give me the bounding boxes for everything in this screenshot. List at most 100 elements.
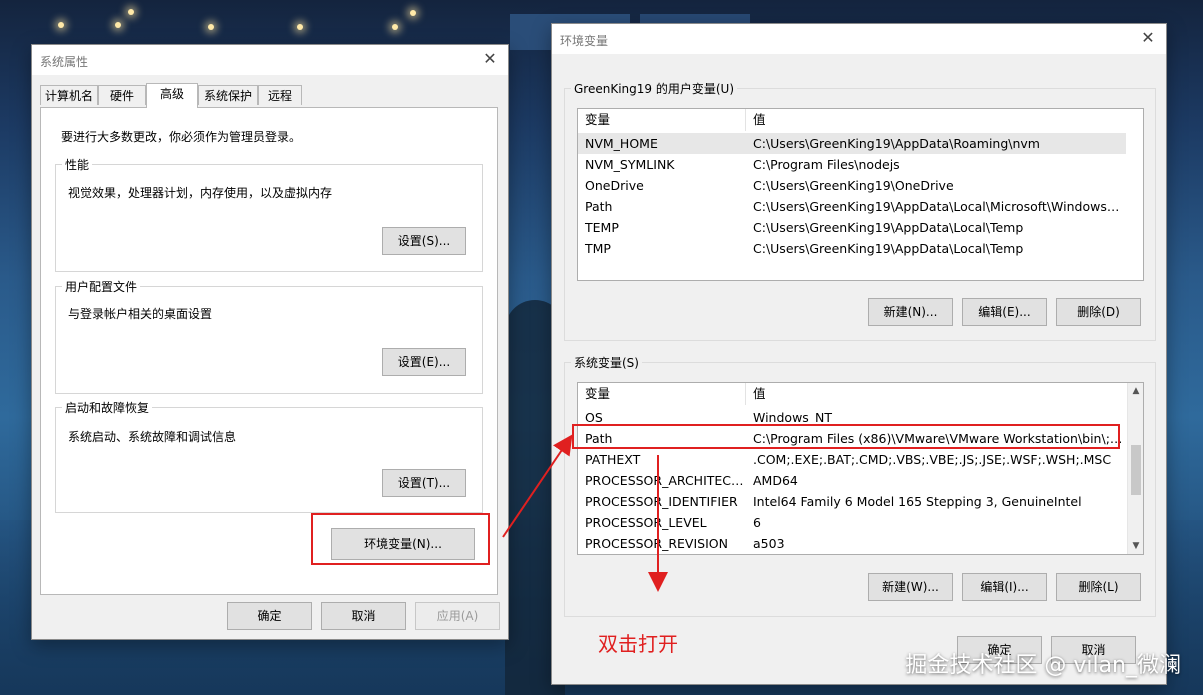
- list-item[interactable]: Path C:\Users\GreenKing19\AppData\Local\…: [578, 196, 1126, 217]
- window-title: 环境变量: [560, 34, 609, 48]
- list-item[interactable]: NVM_HOME C:\Users\GreenKing19\AppData\Ro…: [578, 133, 1126, 154]
- list-item[interactable]: OneDrive C:\Users\GreenKing19\OneDrive: [578, 175, 1126, 196]
- startup-settings-button[interactable]: 设置(T)...: [382, 469, 466, 497]
- variable-value: C:\Users\GreenKing19\AppData\Local\Micro…: [753, 199, 1126, 214]
- variable-value: C:\Users\GreenKing19\OneDrive: [753, 178, 954, 193]
- user-variables-group: GreenKing19 的用户变量(U) 变量 值 NVM_HOME C:\Us…: [564, 80, 1156, 341]
- system-new-button[interactable]: 新建(W)...: [868, 573, 953, 601]
- list-item[interactable]: PROCESSOR_IDENTIFIER Intel64 Family 6 Mo…: [578, 491, 1127, 512]
- system-variables-group: 系统变量(S) 变量 值 OS Windows_NT Path C:\Progr…: [564, 354, 1156, 617]
- system-delete-button[interactable]: 删除(L): [1056, 573, 1141, 601]
- title-bar: 环境变量 ✕: [552, 24, 1166, 54]
- performance-settings-button[interactable]: 设置(S)...: [382, 227, 466, 255]
- list-header: 变量 值: [578, 383, 1143, 405]
- tab-remote[interactable]: 远程: [258, 85, 302, 105]
- advanced-tab-panel: 要进行大多数更改，你必须作为管理员登录。 性能 视觉效果，处理器计划，内存使用，…: [40, 107, 498, 595]
- system-variables-label: 系统变量(S): [571, 354, 642, 371]
- performance-group: 性能 视觉效果，处理器计划，内存使用，以及虚拟内存 设置(S)...: [55, 156, 483, 272]
- variable-value: AMD64: [753, 473, 798, 488]
- list-header: 变量 值: [578, 109, 1143, 131]
- variable-value: 6: [753, 515, 761, 530]
- user-edit-button[interactable]: 编辑(E)...: [962, 298, 1047, 326]
- scroll-down-icon[interactable]: ▼: [1128, 538, 1143, 554]
- system-properties-dialog: 系统属性 ✕ 计算机名 硬件 高级 系统保护 远程 要进行大多数更改，你必须作为…: [31, 44, 509, 640]
- admin-note: 要进行大多数更改，你必须作为管理员登录。: [61, 130, 302, 144]
- list-item[interactable]: PROCESSOR_REVISION a503: [578, 533, 1127, 554]
- variable-value: C:\Users\GreenKing19\AppData\Local\Temp: [753, 241, 1024, 256]
- tab-advanced[interactable]: 高级: [146, 83, 198, 108]
- variable-value: Windows_NT: [753, 410, 833, 425]
- background-light: [128, 9, 134, 15]
- system-variables-list[interactable]: 变量 值 OS Windows_NT Path C:\Program Files…: [577, 382, 1144, 555]
- close-icon[interactable]: ✕: [480, 49, 500, 69]
- user-new-button[interactable]: 新建(N)...: [868, 298, 953, 326]
- startup-recovery-description: 系统启动、系统故障和调试信息: [68, 430, 237, 444]
- background-light: [297, 24, 303, 30]
- variable-name: NVM_HOME: [585, 136, 658, 151]
- scroll-up-icon[interactable]: ▲: [1128, 383, 1143, 399]
- variable-value: C:\Users\GreenKing19\AppData\Local\Temp: [753, 220, 1024, 235]
- user-delete-button[interactable]: 删除(D): [1056, 298, 1141, 326]
- startup-recovery-label: 启动和故障恢复: [62, 399, 153, 416]
- startup-recovery-group: 启动和故障恢复 系统启动、系统故障和调试信息 设置(T)...: [55, 399, 483, 513]
- variable-name: OS: [585, 410, 603, 425]
- variable-value: C:\Users\GreenKing19\AppData\Roaming\nvm: [753, 136, 1040, 151]
- variable-name: PROCESSOR_IDENTIFIER: [585, 494, 738, 509]
- list-item[interactable]: Path C:\Program Files (x86)\VMware\VMwar…: [578, 428, 1127, 449]
- list-item[interactable]: NVM_SYMLINK C:\Program Files\nodejs: [578, 154, 1126, 175]
- environment-variables-button[interactable]: 环境变量(N)...: [331, 528, 475, 560]
- apply-button: 应用(A): [415, 602, 500, 630]
- cancel-button[interactable]: 取消: [321, 602, 406, 630]
- variable-value: C:\Program Files (x86)\VMware\VMware Wor…: [753, 431, 1127, 446]
- background-light: [115, 22, 121, 28]
- variable-name: NVM_SYMLINK: [585, 157, 675, 172]
- column-header-variable[interactable]: 变量: [578, 383, 746, 405]
- variable-name: PATHEXT: [585, 452, 641, 467]
- title-bar: 系统属性 ✕: [32, 45, 508, 75]
- user-profiles-label: 用户配置文件: [62, 278, 141, 295]
- list-item[interactable]: PROCESSOR_ARCHITECT... AMD64: [578, 470, 1127, 491]
- list-item[interactable]: TEMP C:\Users\GreenKing19\AppData\Local\…: [578, 217, 1126, 238]
- vertical-scrollbar[interactable]: ▲ ▼: [1127, 383, 1143, 554]
- variable-name: TMP: [585, 241, 611, 256]
- variable-name: OneDrive: [585, 178, 644, 193]
- background-light: [208, 24, 214, 30]
- list-item[interactable]: OS Windows_NT: [578, 407, 1127, 428]
- tab-strip: 计算机名 硬件 高级 系统保护 远程: [40, 83, 500, 108]
- list-item[interactable]: PROCESSOR_LEVEL 6: [578, 512, 1127, 533]
- window-title: 系统属性: [40, 55, 89, 69]
- tab-system-protection[interactable]: 系统保护: [198, 85, 258, 105]
- variable-name: Path: [585, 199, 613, 214]
- variable-value: C:\Program Files\nodejs: [753, 157, 900, 172]
- performance-description: 视觉效果，处理器计划，内存使用，以及虚拟内存: [68, 186, 333, 200]
- variable-value: a503: [753, 536, 785, 551]
- tab-hardware[interactable]: 硬件: [98, 85, 146, 105]
- list-item[interactable]: TMP C:\Users\GreenKing19\AppData\Local\T…: [578, 238, 1126, 259]
- variable-value: Intel64 Family 6 Model 165 Stepping 3, G…: [753, 494, 1082, 509]
- performance-label: 性能: [62, 156, 93, 173]
- background-light: [410, 10, 416, 16]
- scrollbar-thumb[interactable]: [1131, 445, 1141, 495]
- user-variables-list[interactable]: 变量 值 NVM_HOME C:\Users\GreenKing19\AppDa…: [577, 108, 1144, 281]
- background-light: [58, 22, 64, 28]
- background-light: [392, 24, 398, 30]
- watermark: 掘金技术社区 @ vilan_微澜: [905, 653, 1181, 678]
- user-profiles-description: 与登录帐户相关的桌面设置: [68, 307, 213, 321]
- double-click-annotation: 双击打开: [598, 632, 678, 656]
- list-item[interactable]: PATHEXT .COM;.EXE;.BAT;.CMD;.VBS;.VBE;.J…: [578, 449, 1127, 470]
- variable-name: TEMP: [585, 220, 619, 235]
- close-icon[interactable]: ✕: [1138, 28, 1158, 48]
- column-header-value[interactable]: 值: [746, 383, 1126, 405]
- variable-value: .COM;.EXE;.BAT;.CMD;.VBS;.VBE;.JS;.JSE;.…: [753, 452, 1112, 467]
- tab-computer-name[interactable]: 计算机名: [40, 85, 98, 105]
- user-profiles-settings-button[interactable]: 设置(E)...: [382, 348, 466, 376]
- column-header-value[interactable]: 值: [746, 109, 1143, 131]
- variable-name: PROCESSOR_REVISION: [585, 536, 728, 551]
- system-edit-button[interactable]: 编辑(I)...: [962, 573, 1047, 601]
- user-variables-label: GreenKing19 的用户变量(U): [571, 80, 737, 97]
- column-header-variable[interactable]: 变量: [578, 109, 746, 131]
- ok-button[interactable]: 确定: [227, 602, 312, 630]
- variable-name: Path: [585, 431, 613, 446]
- variable-name: PROCESSOR_LEVEL: [585, 515, 707, 530]
- variable-name: PROCESSOR_ARCHITECT...: [585, 473, 746, 488]
